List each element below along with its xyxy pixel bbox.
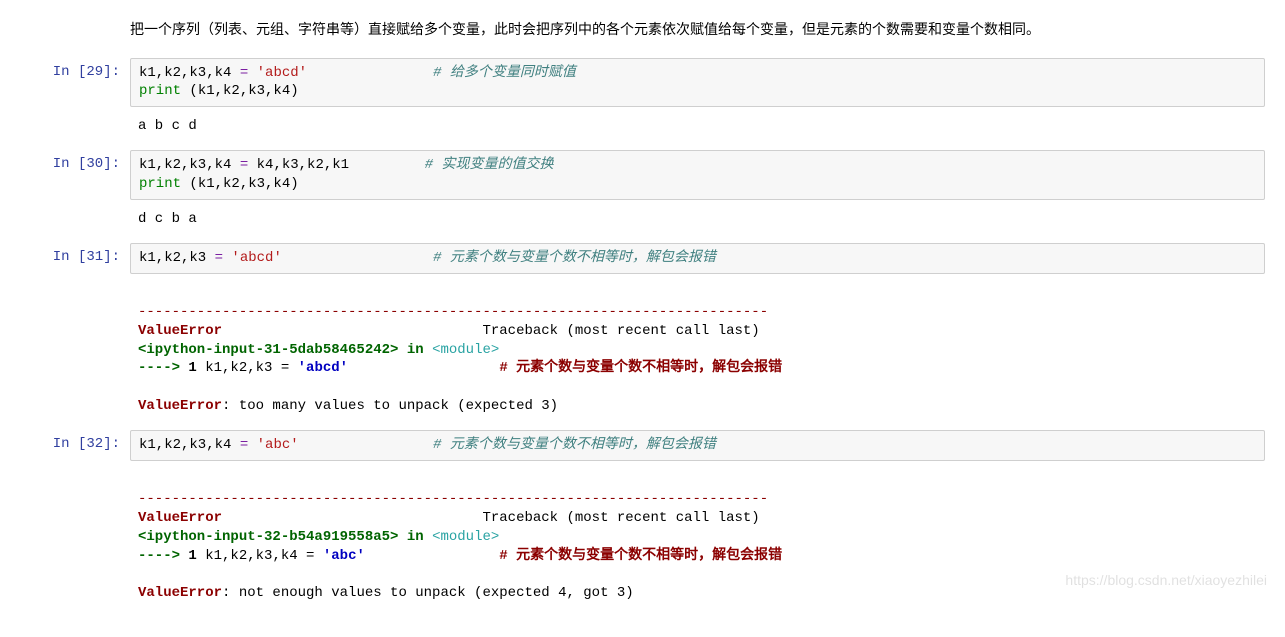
code-input[interactable]: k1,k2,k3,k4 = 'abc' # 元素个数与变量个数不相等时，解包会报… [130,430,1265,461]
traceback: ----------------------------------------… [130,278,1265,426]
input-prompt: In [29]: [20,58,130,80]
traceback: ----------------------------------------… [130,465,1265,613]
exception-name: ValueError [138,510,222,526]
code-line: k1,k2,k3,k4 = 'abc' # 元素个数与变量个数不相等时，解包会报… [139,436,1256,455]
output-prompt-empty [20,278,130,284]
traceback-arrow-icon: ----> [138,360,188,376]
input-prompt: In [31]: [20,243,130,265]
code-line: k1,k2,k3,k4 = k4,k3,k2,k1 # 实现变量的值交换 [139,156,1256,175]
stdout-text: a b c d [130,111,1265,146]
traceback-location: <ipython-input-32-b54a919558a5> [138,529,398,545]
code-line: k1,k2,k3,k4 = 'abcd' # 给多个变量同时赋值 [139,64,1256,83]
exception-name: ValueError [138,323,222,339]
notebook-cell: In [31]: k1,k2,k3 = 'abcd' # 元素个数与变量个数不相… [20,243,1265,274]
traceback-divider: ----------------------------------------… [138,491,768,507]
input-prompt: In [30]: [20,150,130,172]
code-input[interactable]: k1,k2,k3,k4 = 'abcd' # 给多个变量同时赋值 print (… [130,58,1265,108]
traceback-arrow-icon: ----> [138,548,188,564]
notebook-cell: In [30]: k1,k2,k3,k4 = k4,k3,k2,k1 # 实现变… [20,150,1265,200]
notebook-output: d c b a [20,204,1265,239]
notebook-output: ----------------------------------------… [20,465,1265,613]
code-input[interactable]: k1,k2,k3,k4 = k4,k3,k2,k1 # 实现变量的值交换 pri… [130,150,1265,200]
output-prompt-empty [20,465,130,471]
intro-text: 把一个序列（列表、元组、字符串等）直接赋给多个变量，此时会把序列中的各个元素依次… [130,20,1265,40]
exception-name: ValueError [138,585,222,601]
notebook-cell: In [29]: k1,k2,k3,k4 = 'abcd' # 给多个变量同时赋… [20,58,1265,108]
code-line: print (k1,k2,k3,k4) [139,82,1256,101]
output-prompt-empty [20,111,130,117]
traceback-location: <ipython-input-31-5dab58465242> [138,342,398,358]
traceback-divider: ----------------------------------------… [138,304,768,320]
exception-name: ValueError [138,398,222,414]
notebook-cell: In [32]: k1,k2,k3,k4 = 'abc' # 元素个数与变量个数… [20,430,1265,461]
output-prompt-empty [20,204,130,210]
code-line: k1,k2,k3 = 'abcd' # 元素个数与变量个数不相等时，解包会报错 [139,249,1256,268]
code-line: print (k1,k2,k3,k4) [139,175,1256,194]
stdout-text: d c b a [130,204,1265,239]
input-prompt: In [32]: [20,430,130,452]
notebook-container: 把一个序列（列表、元组、字符串等）直接赋给多个变量，此时会把序列中的各个元素依次… [0,0,1285,637]
code-input[interactable]: k1,k2,k3 = 'abcd' # 元素个数与变量个数不相等时，解包会报错 [130,243,1265,274]
notebook-output: ----------------------------------------… [20,278,1265,426]
notebook-output: a b c d [20,111,1265,146]
